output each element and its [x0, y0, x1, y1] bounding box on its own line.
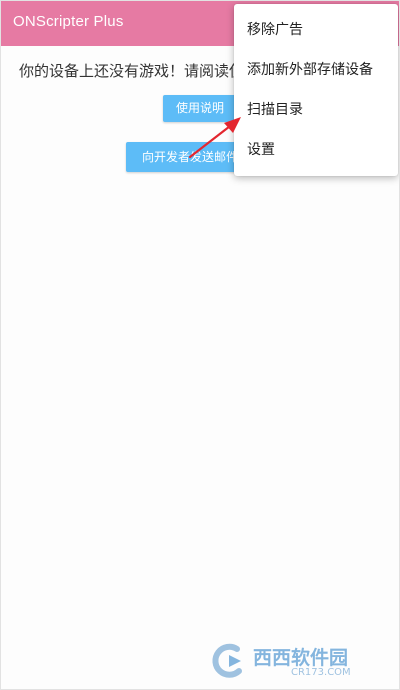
watermark-brand: 西西软件园	[253, 647, 349, 669]
overflow-menu: 移除广告 添加新外部存储设备 扫描目录 设置	[234, 4, 398, 176]
watermark-url: CR173.COM	[291, 667, 351, 678]
menu-item-add-storage[interactable]: 添加新外部存储设备	[234, 50, 398, 90]
menu-item-settings[interactable]: 设置	[234, 130, 398, 170]
watermark-logo-icon	[212, 643, 242, 678]
app-screen: ONScripter Plus 你的设备上还没有游戏！请阅读使用说明 使用说明 …	[0, 0, 400, 690]
app-title: ONScripter Plus	[13, 13, 124, 30]
menu-item-remove-ads[interactable]: 移除广告	[234, 10, 398, 50]
red-arrow-annotation	[188, 117, 241, 159]
site-watermark: 西西软件园 CR173.COM	[207, 641, 385, 681]
menu-item-scan-directory[interactable]: 扫描目录	[234, 90, 398, 130]
